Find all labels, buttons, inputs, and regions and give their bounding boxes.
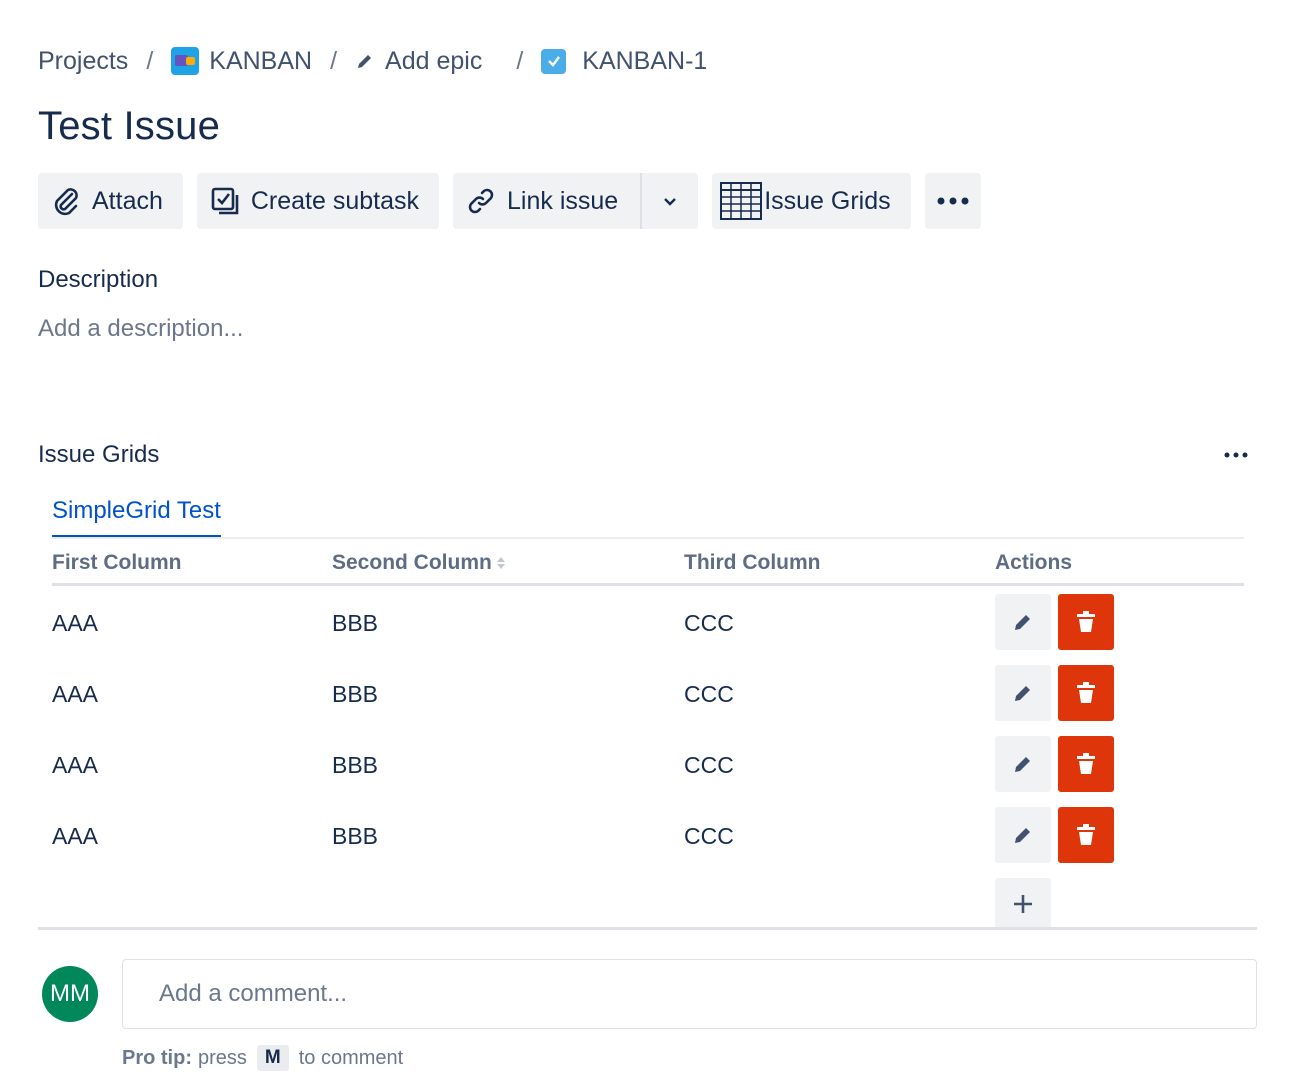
pencil-icon (1015, 828, 1030, 843)
table-cell: CCC (684, 610, 734, 636)
delete-row-button[interactable] (1058, 665, 1114, 721)
sort-icon (496, 557, 505, 569)
issue-grids-label: Issue Grids (764, 186, 891, 215)
edit-row-button[interactable] (995, 594, 1051, 650)
breadcrumb-project-label[interactable]: KANBAN (209, 47, 312, 76)
issue-toolbar: Attach Create subtask Link issue Issue G… (38, 173, 981, 229)
description-heading: Description (38, 266, 159, 293)
tab-divider (52, 537, 1244, 539)
pro-tip-press: press (198, 1046, 247, 1069)
chevron-down-icon (664, 198, 677, 206)
column-header-label: First Column (52, 551, 182, 574)
pencil-icon (1015, 615, 1030, 630)
plus-icon (1014, 895, 1032, 913)
breadcrumb-epic-label[interactable]: Add epic (385, 47, 482, 76)
edit-row-button[interactable] (995, 807, 1051, 863)
table-cell: AAA (52, 752, 99, 778)
trash-icon (1077, 682, 1095, 703)
create-subtask-button[interactable]: Create subtask (196, 173, 440, 229)
issue-title[interactable]: Test Issue (38, 104, 220, 149)
more-icon (1224, 452, 1248, 458)
project-avatar-icon (171, 47, 200, 75)
column-header-third[interactable]: Third Column (684, 551, 820, 575)
link-issue-label: Link issue (507, 186, 619, 215)
breadcrumb-issue[interactable]: KANBAN-1 (541, 47, 707, 76)
column-header-label: Third Column (684, 551, 821, 574)
pencil-icon (1015, 757, 1030, 772)
table-cell: BBB (332, 681, 379, 707)
table-cell: CCC (684, 752, 734, 778)
trash-icon (1077, 611, 1095, 632)
table-cell: BBB (332, 752, 379, 778)
section-divider (38, 927, 1257, 930)
grid-icon (720, 182, 763, 220)
breadcrumb-separator: / (146, 46, 154, 75)
table-cell: CCC (684, 823, 734, 849)
link-issue-button[interactable]: Link issue (453, 173, 640, 229)
edit-row-button[interactable] (995, 736, 1051, 792)
trash-icon (1077, 753, 1095, 774)
delete-row-button[interactable] (1058, 594, 1114, 650)
header-divider (52, 583, 1244, 586)
delete-row-button[interactable] (1058, 736, 1114, 792)
issue-grids-more-button[interactable] (1220, 443, 1252, 467)
table-cell: BBB (332, 610, 379, 636)
breadcrumb-projects-label[interactable]: Projects (38, 47, 128, 76)
breadcrumb-epic[interactable]: Add epic (355, 47, 482, 76)
more-actions-button[interactable] (924, 173, 981, 229)
pencil-icon (358, 55, 372, 68)
table-cell: AAA (52, 681, 99, 707)
tab-simplegrid-test[interactable]: SimpleGrid Test (52, 497, 221, 538)
description-input[interactable]: Add a description... (38, 315, 243, 343)
edit-row-button[interactable] (995, 665, 1051, 721)
attach-label: Attach (92, 186, 163, 215)
create-subtask-label: Create subtask (250, 186, 420, 215)
pencil-icon (1015, 686, 1030, 701)
column-header-first[interactable]: First Column (52, 551, 182, 575)
pro-tip-label: Pro tip: (122, 1046, 192, 1069)
trash-icon (1077, 824, 1095, 845)
breadcrumb-project[interactable]: KANBAN (171, 47, 312, 76)
table-cell: BBB (332, 823, 379, 849)
link-icon (468, 188, 494, 214)
delete-row-button[interactable] (1058, 807, 1114, 863)
column-header-actions: Actions (995, 551, 1072, 575)
breadcrumb-projects[interactable]: Projects (38, 47, 128, 76)
attach-button[interactable]: Attach (38, 173, 183, 229)
link-issue-dropdown[interactable] (642, 173, 698, 229)
breadcrumb-issue-label[interactable]: KANBAN-1 (582, 47, 707, 76)
column-header-second[interactable]: Second Column (332, 551, 506, 575)
breadcrumb: Projects / KANBAN / Add epic / KANBAN-1 (38, 42, 707, 80)
column-header-label: Actions (995, 551, 1073, 574)
paperclip-icon (54, 188, 78, 216)
link-issue-button-group: Link issue (453, 173, 699, 229)
issue-grids-button[interactable]: Issue Grids (712, 173, 911, 229)
breadcrumb-separator: / (330, 46, 338, 75)
table-cell: AAA (52, 610, 99, 636)
comment-placeholder: Add a comment... (159, 980, 348, 1007)
pro-tip: Pro tip: press M to comment (122, 1045, 403, 1071)
pro-tip-suffix: to comment (298, 1046, 404, 1069)
comment-input[interactable]: Add a comment... (122, 959, 1257, 1029)
column-header-label: Second Column (332, 551, 492, 574)
task-type-icon (541, 48, 567, 74)
table-cell: AAA (52, 823, 99, 849)
table-cell: CCC (684, 681, 734, 707)
add-row-button[interactable] (995, 878, 1051, 930)
issue-grids-heading: Issue Grids (38, 441, 160, 468)
breadcrumb-separator: / (516, 46, 524, 75)
subtask-icon (211, 187, 239, 215)
keyboard-shortcut-key: M (256, 1045, 289, 1071)
more-icon (937, 197, 969, 205)
avatar[interactable]: MM (42, 966, 98, 1022)
